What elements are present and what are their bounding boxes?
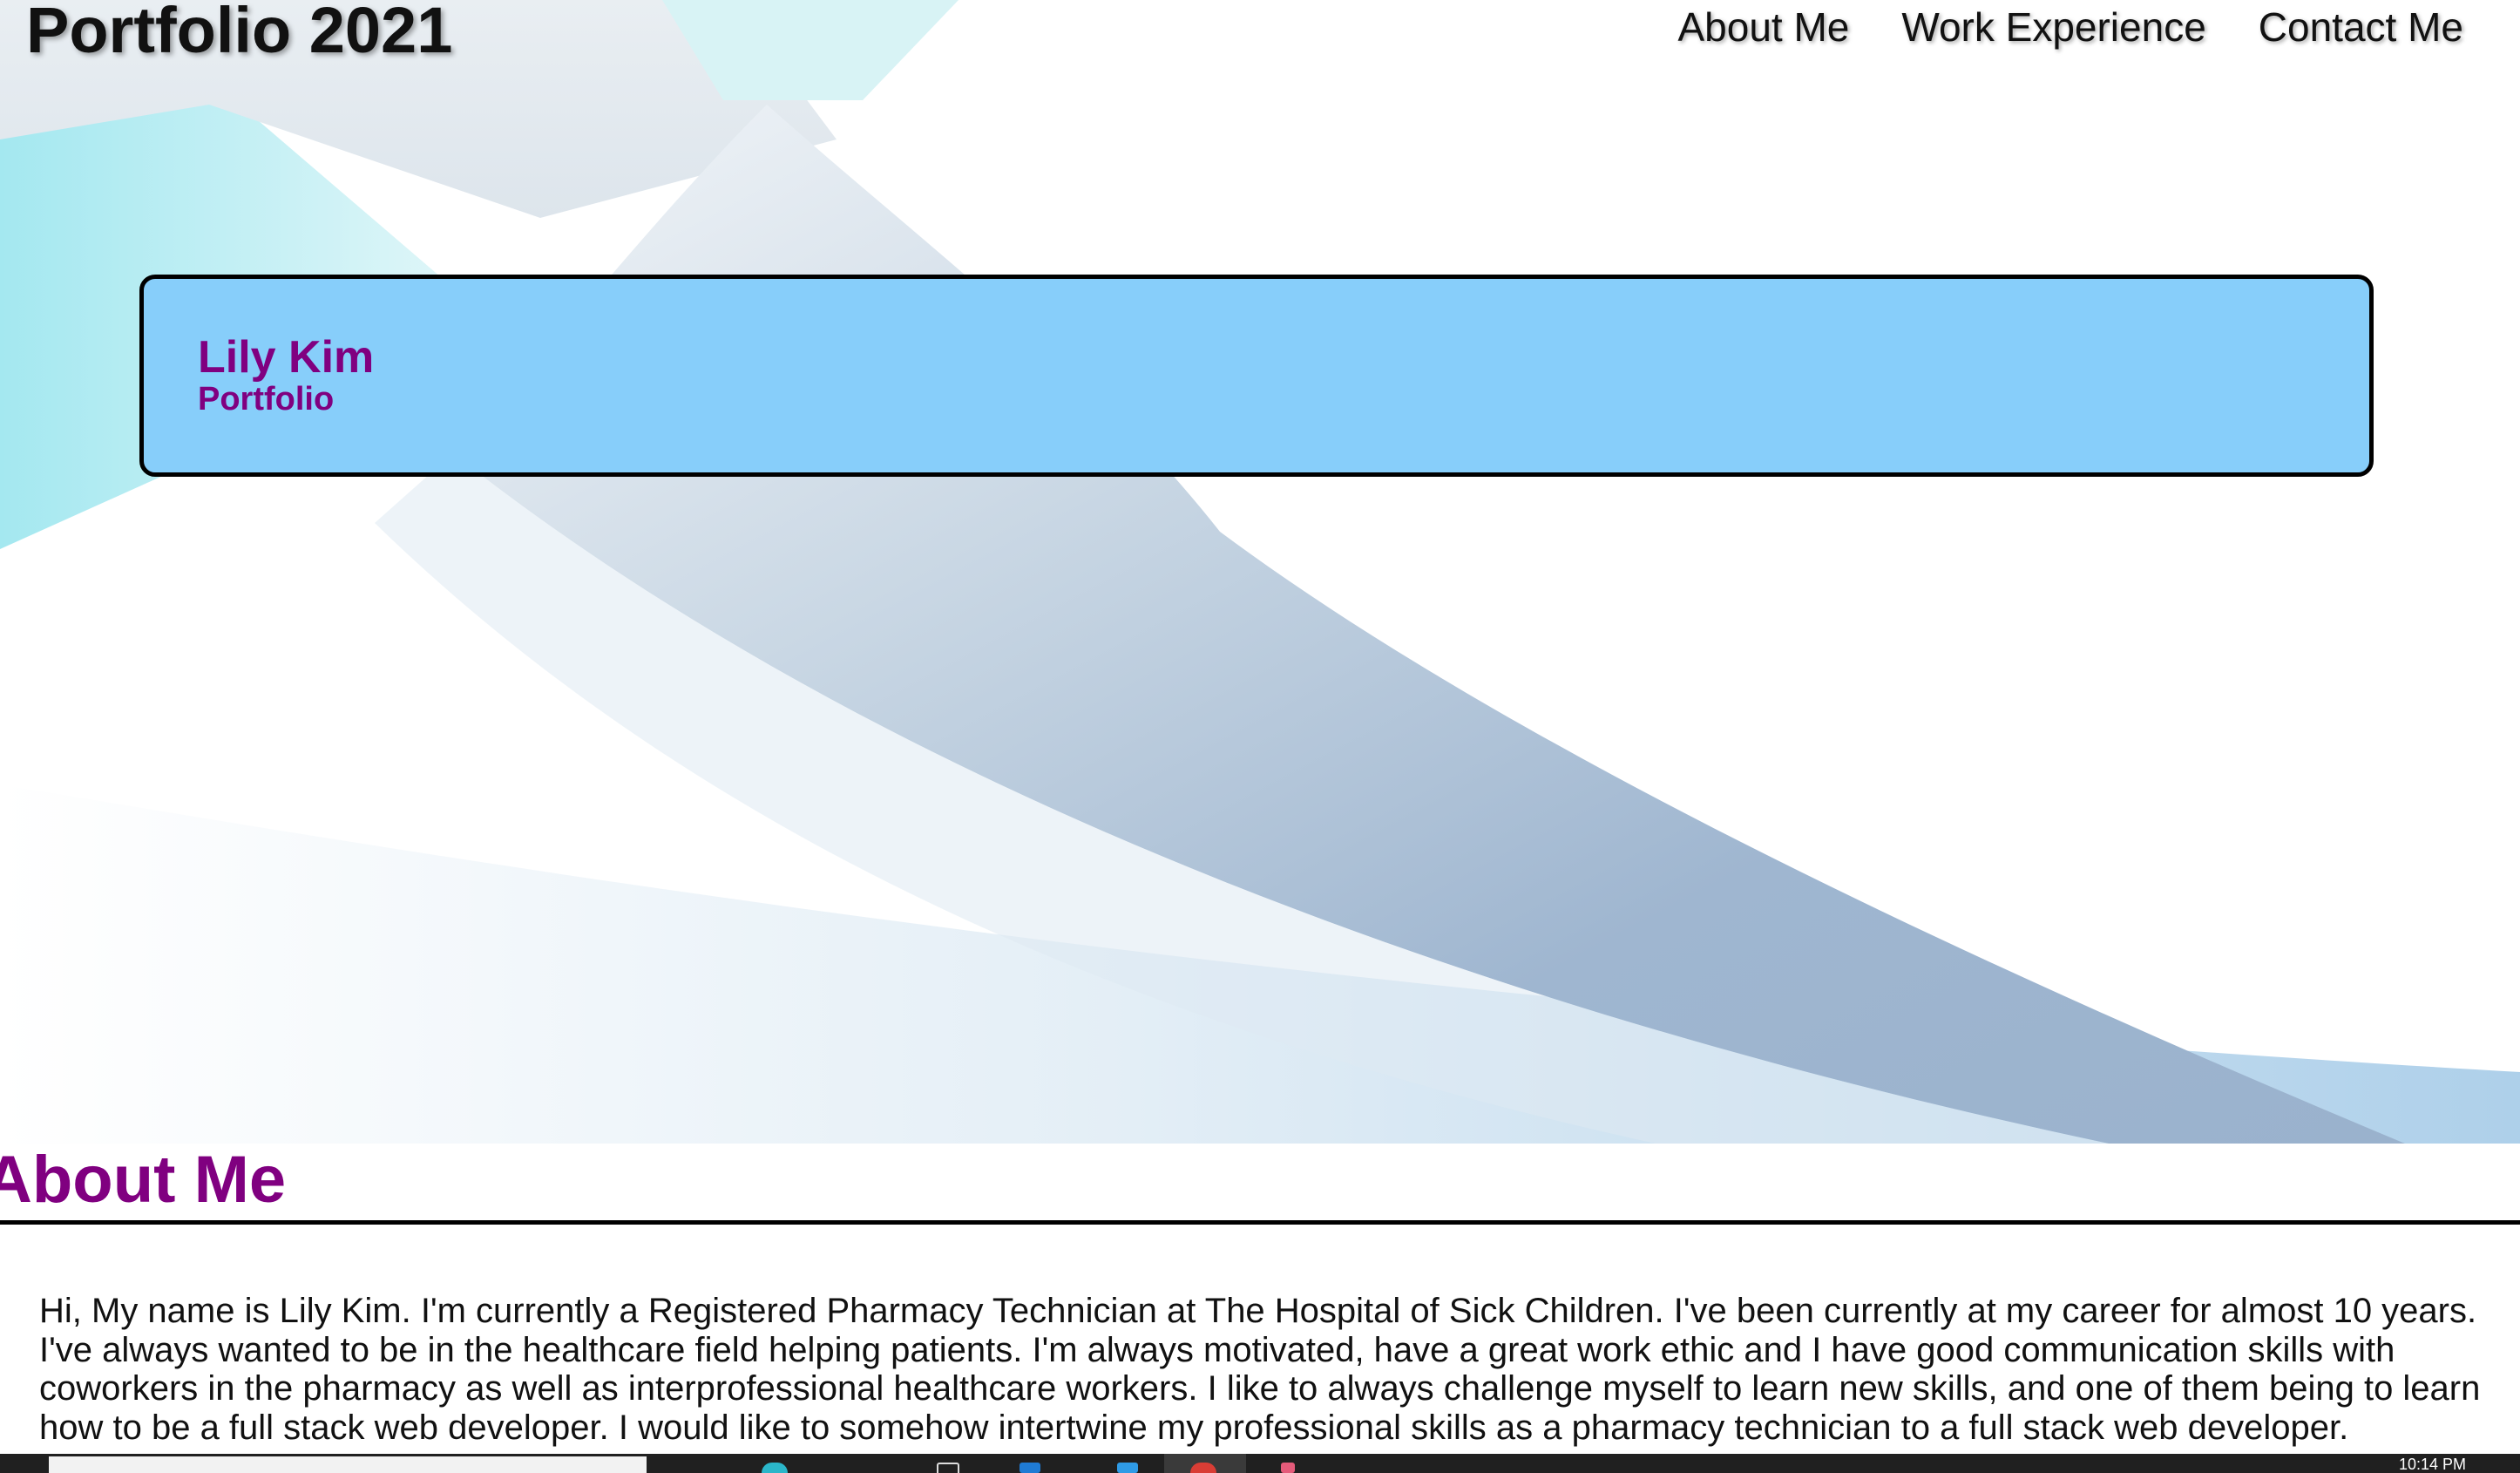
portfolio-page: Portfolio 2021 About Me Work Experience … <box>0 0 2520 1473</box>
app-icon[interactable] <box>1281 1463 1295 1473</box>
nav-link-work-experience[interactable]: Work Experience <box>1901 3 2205 51</box>
taskbar: 10:14 PM <box>0 1454 2520 1473</box>
hero-background <box>0 0 2520 1144</box>
name-card: Lily Kim Portfolio <box>139 275 2374 477</box>
store-icon[interactable] <box>1020 1463 1040 1473</box>
top-nav: About Me Work Experience Contact Me <box>1677 3 2463 51</box>
hero-background-art <box>0 0 2520 1144</box>
hero-subtitle: Portfolio <box>198 381 335 417</box>
nav-link-about-me[interactable]: About Me <box>1677 3 1849 51</box>
hero-name: Lily Kim <box>198 332 375 383</box>
site-title: Portfolio 2021 <box>26 0 453 66</box>
chrome-icon[interactable] <box>1190 1463 1216 1473</box>
taskbar-clock[interactable]: 10:14 PM <box>2399 1456 2466 1473</box>
taskbar-search-box[interactable] <box>49 1456 647 1473</box>
about-paragraph: Hi, My name is Lily Kim. I'm currently a… <box>39 1292 2481 1447</box>
vscode-icon[interactable] <box>1117 1463 1138 1473</box>
edge-icon[interactable] <box>762 1463 788 1473</box>
about-divider <box>0 1220 2520 1225</box>
nav-link-contact-me[interactable]: Contact Me <box>2259 3 2463 51</box>
about-heading: About Me <box>0 1143 287 1217</box>
file-explorer-icon[interactable] <box>937 1463 959 1473</box>
